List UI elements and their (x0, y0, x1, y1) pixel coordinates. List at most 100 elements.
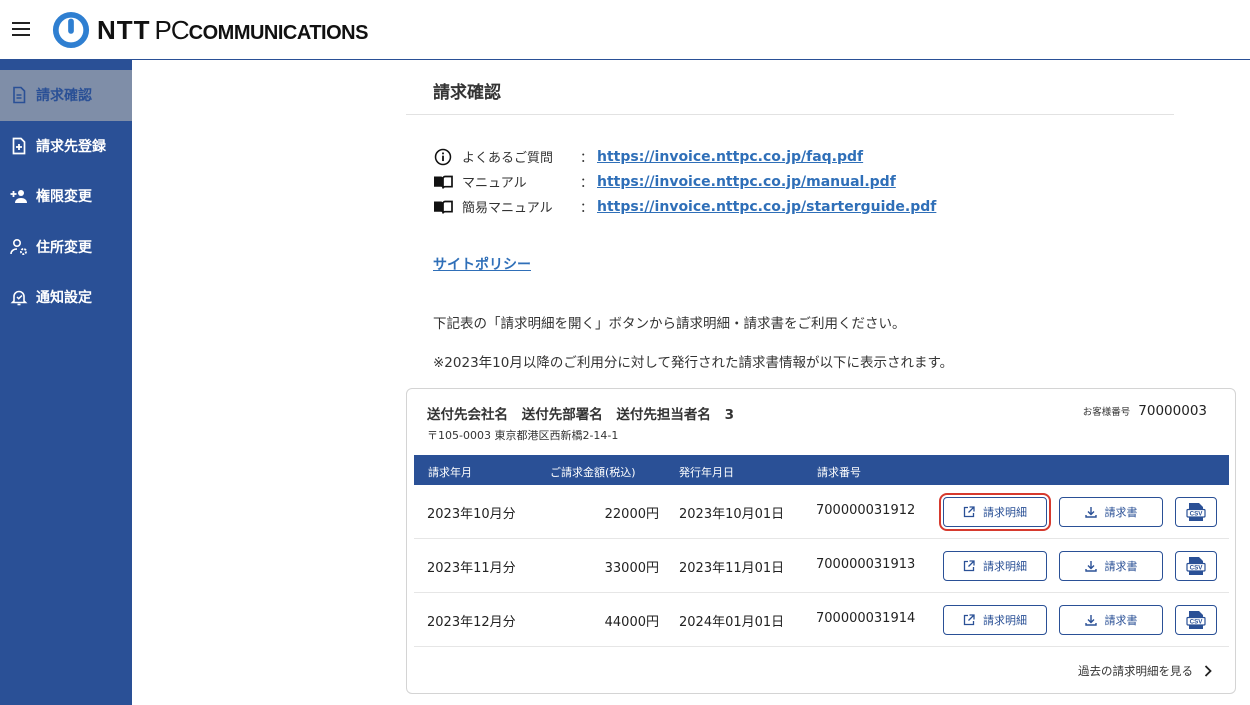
button-label: 請求明細 (983, 560, 1027, 573)
open-detail-button[interactable]: 請求明細 (943, 551, 1047, 581)
starterguide-link-row: 簡易マニュアル ： https://invoice.nttpc.co.jp/st… (433, 194, 936, 219)
download-invoice-button[interactable]: 請求書 (1059, 497, 1163, 527)
issue-date: 2023年11月01日 (679, 561, 785, 576)
past-statements-link[interactable]: 過去の請求明細を見る (1078, 663, 1213, 679)
csv-label: CSV (1190, 619, 1204, 626)
manual-link-row: マニュアル ： https://invoice.nttpc.co.jp/manu… (433, 169, 936, 194)
billing-month: 2023年12月分 (427, 615, 516, 630)
external-link-icon (963, 506, 975, 518)
billing-amount: 33000円 (604, 561, 659, 576)
column-header: 請求番号 (817, 466, 861, 479)
starterguide-link[interactable]: https://invoice.nttpc.co.jp/starterguide… (597, 199, 936, 215)
invoice-number: 700000031912 (816, 503, 916, 518)
button-label: 請求明細 (983, 614, 1027, 627)
billing-amount: 44000円 (604, 615, 659, 630)
open-detail-button[interactable]: 請求明細 (943, 605, 1047, 635)
separator: ： (580, 176, 594, 191)
column-header: 請求年月 (428, 466, 472, 479)
menu-icon[interactable] (12, 22, 30, 38)
invoice-number: 700000031913 (816, 557, 916, 572)
chevron-right-icon (1204, 665, 1212, 677)
download-invoice-button[interactable]: 請求書 (1059, 551, 1163, 581)
billing-month: 2023年11月分 (427, 561, 516, 576)
customer-number: 70000003 (1138, 403, 1207, 419)
separator: ： (580, 201, 594, 216)
company-name: 送付先会社名 (427, 407, 508, 423)
table-header: 請求年月 ご請求金額(税込) 発行年月日 請求番号 (414, 455, 1229, 485)
csv-download-button[interactable]: CSV (1175, 605, 1217, 635)
add-user-icon (10, 190, 27, 204)
csv-label: CSV (1190, 565, 1204, 572)
user-settings-icon (10, 238, 27, 255)
add-document-icon (12, 137, 26, 155)
logo-pc-text: PC (154, 14, 190, 45)
csv-file-icon: CSV (1186, 557, 1206, 575)
sidebar-item-label: 請求確認 (36, 88, 92, 105)
nttpc-logo[interactable]: NTT PC COMMUNICATIONS (52, 11, 368, 49)
button-label: 請求書 (1104, 560, 1138, 573)
bell-icon (10, 291, 28, 306)
sidebar-item-label: 通知設定 (36, 290, 92, 307)
help-links: よくあるご質問 ： https://invoice.nttpc.co.jp/fa… (433, 144, 936, 219)
column-header: ご請求金額(税込) (550, 466, 636, 479)
person-number: 3 (724, 407, 735, 423)
faq-link-row: よくあるご質問 ： https://invoice.nttpc.co.jp/fa… (433, 144, 936, 169)
download-icon (1084, 561, 1097, 572)
logo-communications-text: COMMUNICATIONS (188, 21, 369, 44)
book-icon (434, 200, 453, 214)
person-name: 送付先担当者名 (616, 407, 711, 423)
sidebar-item-address-change[interactable]: 住所変更 (0, 222, 132, 273)
button-label: 請求明細 (983, 506, 1027, 519)
csv-download-button[interactable]: CSV (1175, 497, 1217, 527)
logo-ntt-text: NTT (97, 14, 151, 45)
sidebar-item-billing-register[interactable]: 請求先登録 (0, 121, 132, 172)
open-detail-button[interactable]: 請求明細 (939, 493, 1051, 531)
column-header: 発行年月日 (679, 466, 734, 479)
table-row: 2023年11月分 33000円 2023年11月01日 70000003191… (414, 539, 1229, 593)
download-invoice-button[interactable]: 請求書 (1059, 605, 1163, 635)
book-icon (434, 175, 453, 189)
sidebar-item-label: 住所変更 (36, 239, 92, 256)
starterguide-label: 簡易マニュアル (462, 201, 553, 216)
info-icon (434, 148, 452, 165)
download-icon (1084, 507, 1097, 518)
manual-label: マニュアル (462, 176, 527, 191)
customer-number-block: お客様番号 70000003 (1083, 403, 1207, 419)
document-icon (13, 86, 26, 104)
address: 〒105-0003 東京都港区西新橋2-14-1 (427, 429, 619, 442)
department-name: 送付先部署名 (521, 407, 603, 423)
table-row: 2023年12月分 44000円 2024年01月01日 70000003191… (414, 593, 1229, 647)
faq-link[interactable]: https://invoice.nttpc.co.jp/faq.pdf (597, 149, 863, 165)
billing-month: 2023年10月分 (427, 507, 516, 522)
page-title: 請求確認 (433, 83, 501, 103)
manual-link[interactable]: https://invoice.nttpc.co.jp/manual.pdf (597, 174, 896, 190)
csv-label: CSV (1190, 511, 1204, 518)
issue-date: 2023年10月01日 (679, 507, 785, 522)
separator: ： (580, 151, 594, 166)
past-statements-label: 過去の請求明細を見る (1078, 664, 1193, 678)
sidebar-item-billing-check[interactable]: 請求確認 (0, 70, 132, 121)
button-label: 請求書 (1104, 614, 1138, 627)
recipient-name: 送付先会社名 送付先部署名 送付先担当者名 3 (427, 403, 743, 423)
notice-text: ※2023年10月以降のご利用分に対して発行された請求書情報が以下に表示されます… (433, 355, 954, 371)
logo-mark-icon (52, 11, 90, 49)
customer-number-label: お客様番号 (1082, 407, 1131, 418)
csv-download-button[interactable]: CSV (1175, 551, 1217, 581)
sidebar-item-permission-change[interactable]: 権限変更 (0, 171, 132, 222)
top-bar: NTT PC COMMUNICATIONS (0, 0, 1250, 60)
external-link-icon (963, 614, 975, 626)
billing-amount: 22000円 (604, 507, 659, 522)
invoice-number: 700000031914 (816, 611, 916, 626)
csv-file-icon: CSV (1186, 503, 1206, 521)
sidebar-item-label: 権限変更 (36, 189, 92, 206)
external-link-icon (963, 560, 975, 572)
site-policy-link[interactable]: サイトポリシー (433, 254, 531, 274)
sidebar-item-label: 請求先登録 (36, 138, 106, 155)
instruction-text: 下記表の「請求明細を開く」ボタンから請求明細・請求書をご利用ください。 (433, 316, 906, 332)
billing-card: 送付先会社名 送付先部署名 送付先担当者名 3 〒105-0003 東京都港区西… (406, 388, 1236, 694)
sidebar: 請求確認 請求先登録 権限変更 住所変更 通知設定 (0, 60, 132, 705)
faq-label: よくあるご質問 (462, 151, 554, 166)
divider (406, 114, 1174, 115)
button-label: 請求書 (1104, 506, 1138, 519)
sidebar-item-notification-settings[interactable]: 通知設定 (0, 272, 132, 323)
